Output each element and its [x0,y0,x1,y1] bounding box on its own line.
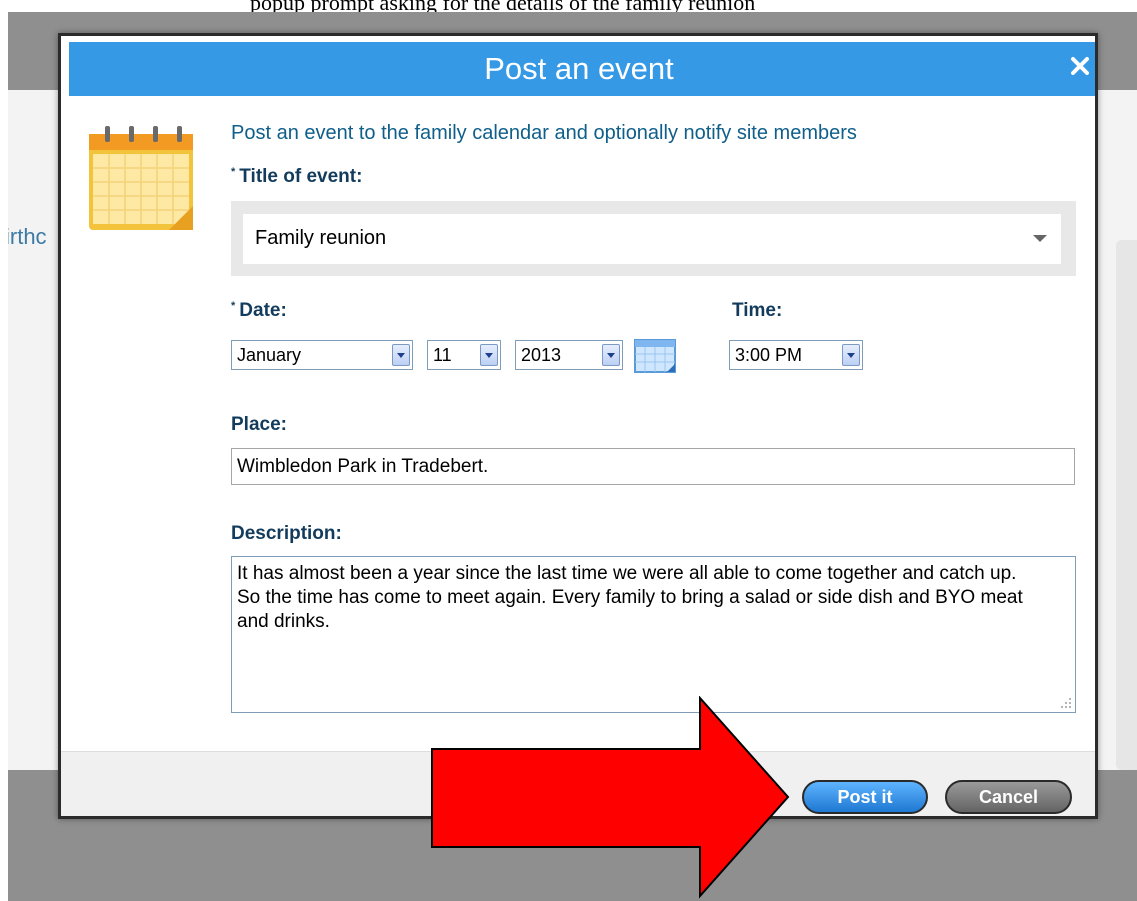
dialog-intro-text: Post an event to the family calendar and… [231,122,857,144]
date-picker-icon[interactable] [633,338,677,374]
time-label: Time: [732,300,783,321]
close-icon [1071,57,1089,75]
dialog-title-bar: Post an event [69,42,1095,96]
year-select[interactable]: 2013 [515,340,623,370]
dialog-title: Post an event [484,51,674,86]
chevron-down-icon[interactable] [392,344,410,366]
day-select[interactable]: 11 [427,340,501,370]
description-value: It has almost been a year since the last… [237,563,1023,632]
place-value: Wimbledon Park in Tradebert. [237,456,489,477]
chevron-down-icon[interactable] [480,344,498,366]
post-it-button[interactable]: Post it [802,780,928,814]
top-caption-text: popup prompt asking for the details of t… [250,0,755,12]
chevron-down-icon[interactable] [842,344,860,366]
title-of-event-label: * Title of event: [231,166,362,188]
title-of-event-box: Family reunion [231,201,1076,276]
date-label: * Date: [231,300,287,322]
title-of-event-value: Family reunion [255,227,387,249]
date-label-text: Date: [239,300,287,321]
chevron-down-icon[interactable] [602,344,620,366]
top-caption: popup prompt asking for the details of t… [0,0,1137,12]
background-panel [1116,240,1137,770]
description-textarea[interactable]: It has almost been a year since the last… [231,556,1076,713]
chevron-down-icon[interactable] [1033,235,1047,242]
calendar-icon [89,126,193,230]
description-label: Description: [231,523,342,544]
day-value: 11 [433,345,452,365]
red-arrow-annotation [431,696,790,899]
close-button[interactable] [1066,52,1094,80]
background-text-fragment: irthc [8,224,47,249]
place-label: Place: [231,414,287,435]
place-input[interactable]: Wimbledon Park in Tradebert. [231,448,1075,485]
time-select[interactable]: 3:00 PM [729,340,863,370]
title-of-event-combobox[interactable]: Family reunion [243,214,1061,264]
required-marker: * [231,166,236,178]
cancel-button[interactable]: Cancel [945,780,1072,814]
title-of-event-label-text: Title of event: [239,166,363,187]
month-value: January [237,345,302,365]
time-value: 3:00 PM [735,345,803,365]
month-select[interactable]: January [231,340,413,370]
resize-grip-icon[interactable] [1060,697,1072,709]
year-value: 2013 [521,345,562,365]
required-marker: * [231,300,236,312]
